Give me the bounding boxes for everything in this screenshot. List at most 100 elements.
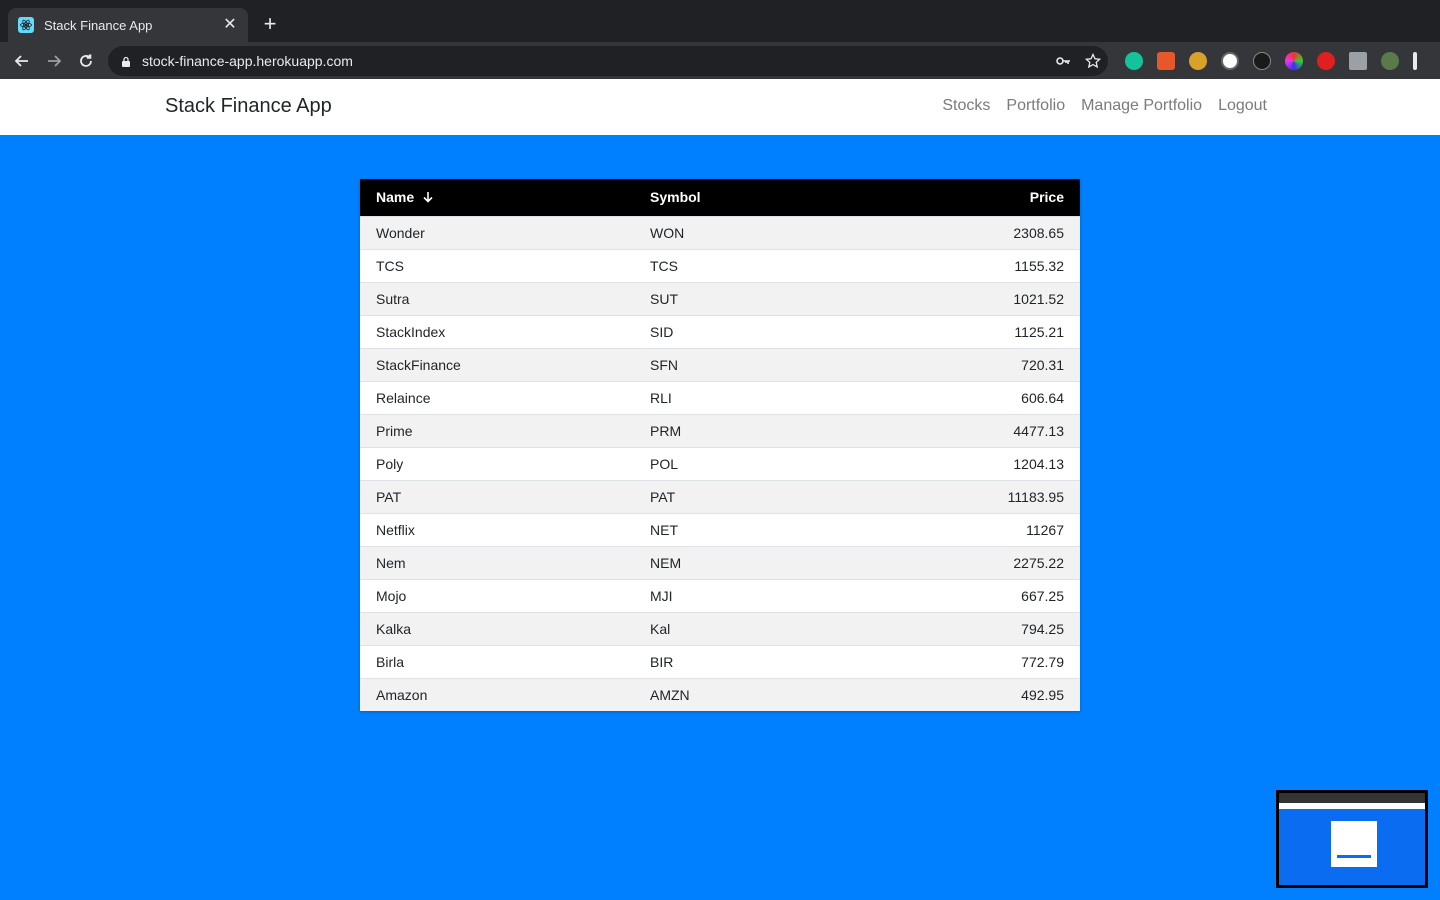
cell-price: 2275.22: [849, 545, 1080, 579]
table-row[interactable]: Prime PRM 4477.13: [360, 413, 1080, 447]
cell-symbol: SUT: [634, 281, 850, 315]
url-text: stock-finance-app.herokuapp.com: [142, 53, 353, 69]
cell-name: Birla: [360, 644, 634, 678]
thumbnail-card: [1331, 821, 1377, 867]
browser-tab-bar: Stack Finance App ✕ +: [0, 0, 1440, 42]
table-row[interactable]: TCS TCS 1155.32: [360, 248, 1080, 282]
cell-symbol: PAT: [634, 479, 850, 513]
table-row[interactable]: Kalka Kal 794.25: [360, 611, 1080, 645]
cell-symbol: Kal: [634, 611, 850, 645]
cell-price: 667.25: [849, 578, 1080, 612]
cell-symbol: MJI: [634, 578, 850, 612]
react-icon: [18, 17, 34, 33]
nav-link-manage-portfolio[interactable]: Manage Portfolio: [1081, 97, 1202, 115]
nav-link-portfolio[interactable]: Portfolio: [1006, 97, 1065, 115]
nav-links: Stocks Portfolio Manage Portfolio Logout: [926, 97, 1267, 115]
table-row[interactable]: Nem NEM 2275.22: [360, 545, 1080, 579]
tab-title: Stack Finance App: [44, 17, 153, 33]
cell-name: Mojo: [360, 578, 634, 612]
table-row[interactable]: StackIndex SID 1125.21: [360, 314, 1080, 348]
cell-name: StackFinance: [360, 347, 634, 381]
cell-price: 11267: [849, 512, 1080, 546]
close-icon[interactable]: ✕: [222, 17, 238, 33]
cell-name: Relaince: [360, 380, 634, 414]
extensions-row: [1118, 46, 1424, 76]
cell-price: 1204.13: [849, 446, 1080, 480]
cell-name: Netflix: [360, 512, 634, 546]
cell-price: 11183.95: [849, 479, 1080, 513]
stocks-table: Name Symbol Price Wonder WON 2308.65 TCS TCS…: [360, 179, 1080, 711]
reload-icon[interactable]: [70, 47, 102, 75]
key-icon[interactable]: [1048, 46, 1078, 76]
address-bar[interactable]: stock-finance-app.herokuapp.com: [108, 46, 1108, 76]
stop-extension-icon[interactable]: [1317, 52, 1335, 70]
puzzle-icon[interactable]: [1349, 52, 1367, 70]
browser-toolbar: stock-finance-app.herokuapp.com: [0, 42, 1440, 79]
table-row[interactable]: PAT PAT 11183.95: [360, 479, 1080, 513]
cell-name: Sutra: [360, 281, 634, 315]
lock-icon: [120, 55, 132, 67]
browser-tab[interactable]: Stack Finance App ✕: [8, 8, 248, 42]
cell-price: 772.79: [849, 644, 1080, 678]
table-row[interactable]: Sutra SUT 1021.52: [360, 281, 1080, 315]
cell-price: 492.95: [849, 677, 1080, 711]
cell-symbol: RLI: [634, 380, 850, 414]
cell-name: Kalka: [360, 611, 634, 645]
cell-price: 2308.65: [849, 215, 1080, 249]
app-navbar: Stack Finance App Stocks Portfolio Manag…: [0, 79, 1440, 135]
screen-preview-thumbnail[interactable]: [1276, 790, 1428, 888]
cell-symbol: NEM: [634, 545, 850, 579]
cell-symbol: BIR: [634, 644, 850, 678]
nav-link-logout[interactable]: Logout: [1218, 97, 1267, 115]
cell-name: Nem: [360, 545, 634, 579]
cell-price: 606.64: [849, 380, 1080, 414]
column-header-name[interactable]: Name: [360, 179, 634, 216]
cell-price: 1125.21: [849, 314, 1080, 348]
table-row[interactable]: Relaince RLI 606.64: [360, 380, 1080, 414]
forward-icon[interactable]: [38, 47, 70, 75]
color-extension-icon[interactable]: [1285, 52, 1303, 70]
column-header-price[interactable]: Price: [849, 179, 1080, 216]
cell-symbol: POL: [634, 446, 850, 480]
table-row[interactable]: Mojo MJI 667.25: [360, 578, 1080, 612]
hat-extension-icon[interactable]: [1253, 52, 1271, 70]
thumbnail-navbar: [1279, 803, 1425, 809]
app-brand[interactable]: Stack Finance App: [165, 95, 332, 118]
cell-name: TCS: [360, 248, 634, 282]
column-header-symbol[interactable]: Symbol: [634, 179, 849, 216]
cell-price: 1155.32: [849, 248, 1080, 282]
thumbnail-browser-bar: [1279, 793, 1425, 803]
cell-symbol: PRM: [634, 413, 850, 447]
sort-descending-icon: [422, 190, 434, 206]
cell-name: StackIndex: [360, 314, 634, 348]
table-row[interactable]: Netflix NET 11267: [360, 512, 1080, 546]
circle-extension-icon[interactable]: [1221, 52, 1239, 70]
avatar[interactable]: [1381, 52, 1399, 70]
cell-price: 794.25: [849, 611, 1080, 645]
cell-name: Poly: [360, 446, 634, 480]
cell-price: 4477.13: [849, 413, 1080, 447]
more-menu-icon[interactable]: [1413, 52, 1417, 70]
cell-symbol: SID: [634, 314, 850, 348]
nav-link-stocks[interactable]: Stocks: [942, 97, 990, 115]
cell-name: PAT: [360, 479, 634, 513]
text-extension-icon[interactable]: [1189, 52, 1207, 70]
grammarly-extension-icon[interactable]: [1125, 52, 1143, 70]
table-row[interactable]: StackFinance SFN 720.31: [360, 347, 1080, 381]
extension-off-icon[interactable]: [1157, 52, 1175, 70]
table-row[interactable]: Birla BIR 772.79: [360, 644, 1080, 678]
cell-name: Amazon: [360, 677, 634, 711]
cell-name: Wonder: [360, 215, 634, 249]
table-row[interactable]: Poly POL 1204.13: [360, 446, 1080, 480]
table-row[interactable]: Amazon AMZN 492.95: [360, 677, 1080, 711]
cell-symbol: AMZN: [634, 677, 850, 711]
cell-price: 1021.52: [849, 281, 1080, 315]
star-icon[interactable]: [1078, 46, 1108, 76]
table-row[interactable]: Wonder WON 2308.65: [360, 215, 1080, 249]
cell-symbol: SFN: [634, 347, 850, 381]
new-tab-icon[interactable]: +: [258, 13, 282, 35]
cell-symbol: NET: [634, 512, 850, 546]
back-icon[interactable]: [6, 47, 38, 75]
cell-symbol: TCS: [634, 248, 850, 282]
cell-name: Prime: [360, 413, 634, 447]
